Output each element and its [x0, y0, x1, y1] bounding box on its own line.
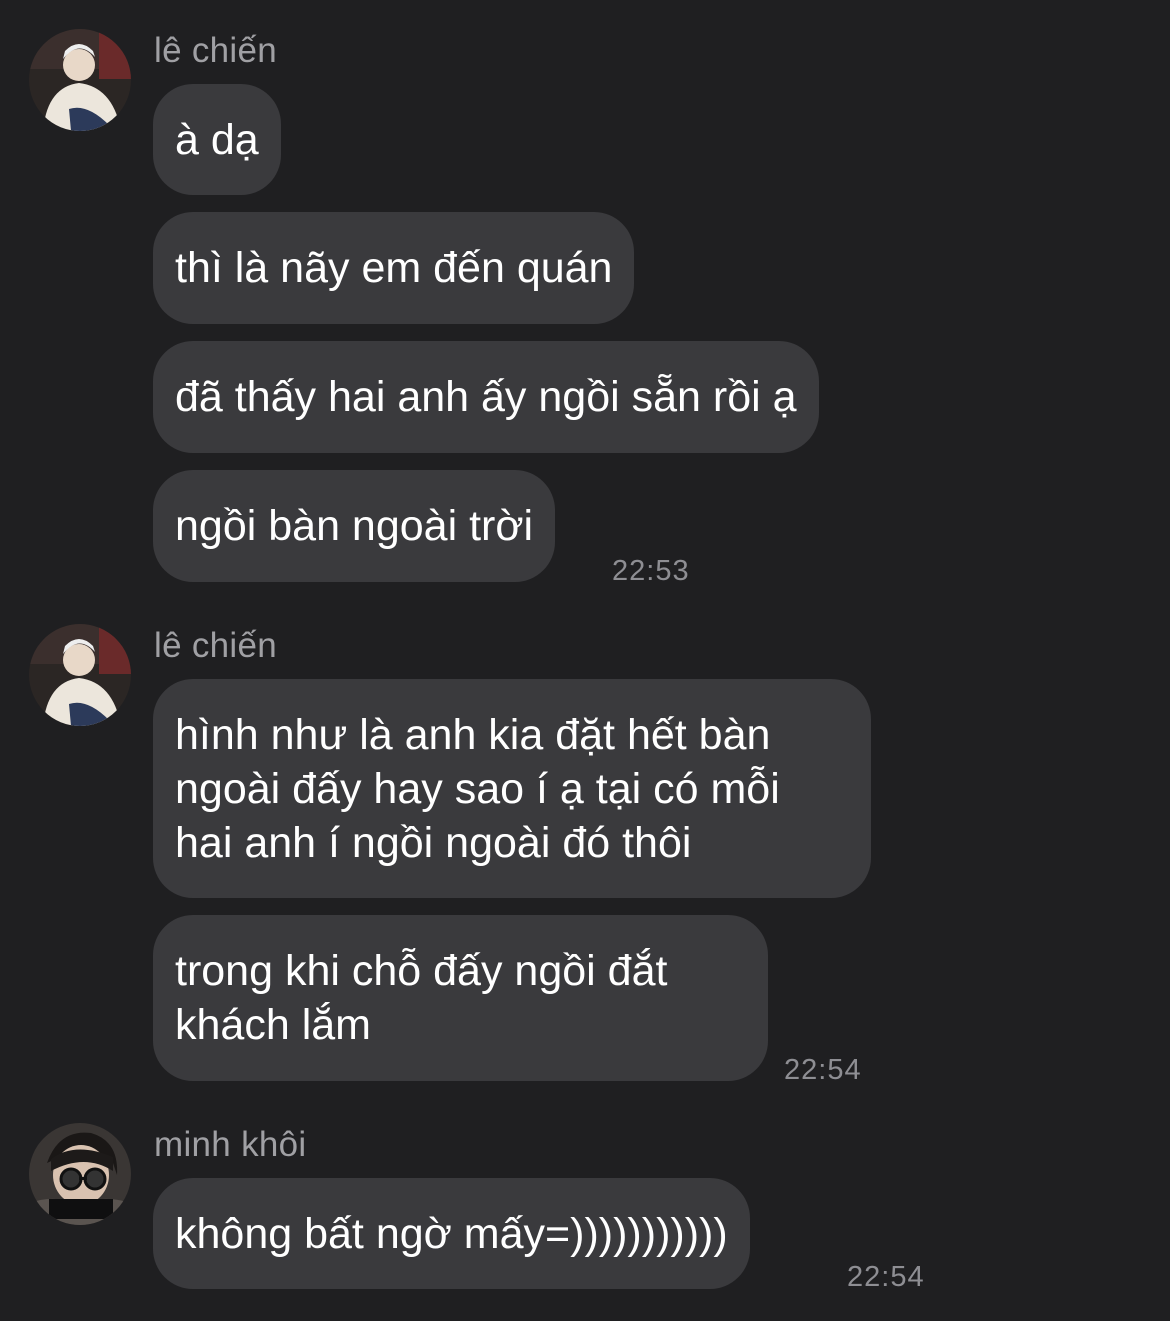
message-text: hình như là anh kia đặt hết bàn ngoài đấ…	[175, 710, 780, 867]
message-bubble[interactable]: ngồi bàn ngoài trời	[153, 470, 556, 582]
message-text: đã thấy hai anh ấy ngồi sẵn rồi ạ	[175, 373, 797, 421]
sender-name: minh khôi	[154, 1125, 307, 1164]
user-avatar-icon	[29, 1123, 131, 1225]
message-bubble[interactable]: trong khi chỗ đấy ngồi đắt khách lắm	[153, 915, 768, 1081]
message-text: thì là nãy em đến quán	[175, 244, 613, 292]
message-timestamp: 22:54	[847, 1261, 925, 1293]
avatar[interactable]	[29, 1123, 131, 1225]
message-text: ngồi bàn ngoài trời	[175, 502, 534, 550]
chat-view: lê chiến à dạ thì là nãy em đến quán đã …	[0, 0, 1170, 1321]
user-avatar-icon	[29, 624, 131, 726]
message-bubble[interactable]: đã thấy hai anh ấy ngồi sẵn rồi ạ	[153, 341, 819, 453]
avatar[interactable]	[29, 29, 131, 131]
message-text: à dạ	[175, 115, 259, 164]
message-bubble[interactable]: thì là nãy em đến quán	[153, 212, 635, 324]
message-timestamp: 22:54	[784, 1054, 862, 1086]
message-text: trong khi chỗ đấy ngồi đắt khách lắm	[175, 947, 668, 1049]
user-avatar-icon	[29, 29, 131, 131]
message-text: không bất ngờ mấy=)))))))))))	[175, 1209, 728, 1258]
message-bubble[interactable]: hình như là anh kia đặt hết bàn ngoài đấ…	[153, 679, 871, 898]
message-bubble[interactable]: à dạ	[153, 84, 281, 195]
sender-name: lê chiến	[154, 31, 278, 70]
sender-name: lê chiến	[154, 626, 278, 665]
message-bubble[interactable]: không bất ngờ mấy=)))))))))))	[153, 1178, 750, 1289]
message-timestamp: 22:53	[612, 555, 690, 587]
avatar[interactable]	[29, 624, 131, 726]
